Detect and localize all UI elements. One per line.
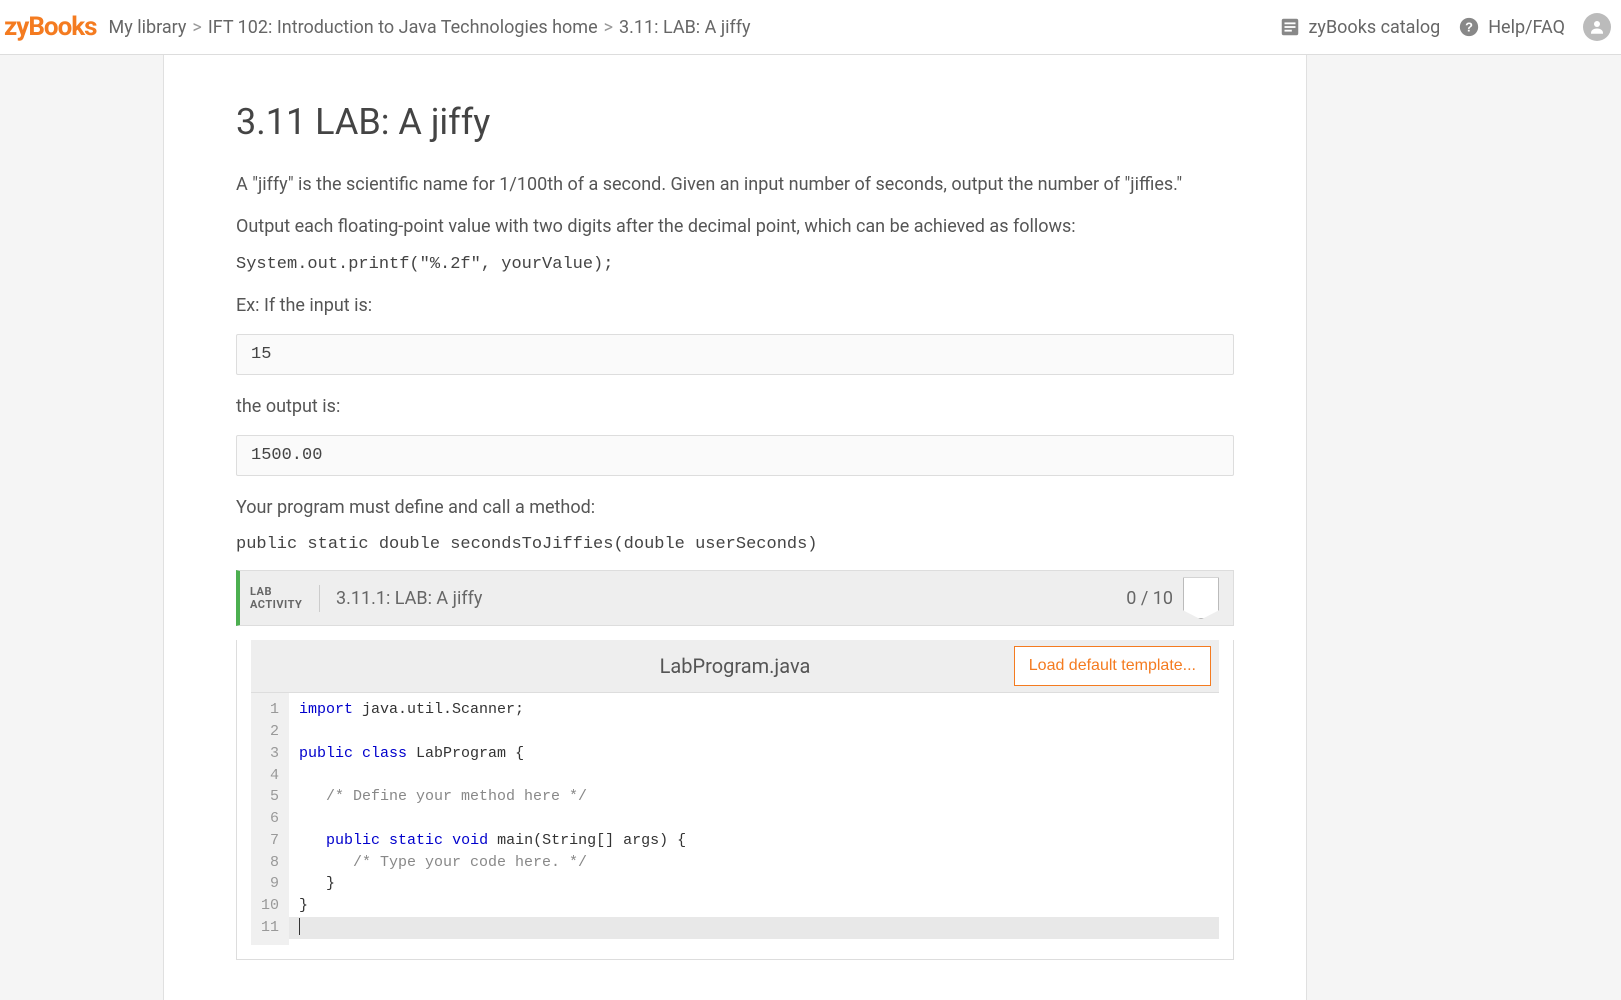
kw-public: public <box>299 745 353 762</box>
printf-code: System.out.printf("%.2f", yourValue); <box>236 255 1234 274</box>
code-text <box>353 745 362 762</box>
fp-instruction: Output each floating-point value with tw… <box>236 213 1234 241</box>
code-text: LabProgram { <box>407 745 524 762</box>
topbar-right: zyBooks catalog ? Help/FAQ <box>1279 13 1612 41</box>
load-template-button[interactable]: Load default template... <box>1014 646 1211 686</box>
breadcrumb-my-library[interactable]: My library <box>109 17 187 38</box>
gutter-line: 3 <box>257 743 279 765</box>
gutter-line: 11 <box>257 917 279 939</box>
editor-filename: LabProgram.java <box>660 654 811 678</box>
gutter-line: 4 <box>257 765 279 787</box>
gutter-line: 9 <box>257 873 279 895</box>
code-text: } <box>299 897 308 914</box>
code-area[interactable]: import java.util.Scanner; public class L… <box>289 693 1219 944</box>
gutter-line: 10 <box>257 895 279 917</box>
help-link[interactable]: ? Help/FAQ <box>1458 16 1565 38</box>
example-input-box: 15 <box>236 334 1234 375</box>
breadcrumb: My library > IFT 102: Introduction to Ja… <box>109 17 1279 38</box>
code-text <box>380 832 389 849</box>
lab-score-badge[interactable] <box>1183 577 1219 619</box>
page-title: 3.11 LAB: A jiffy <box>236 101 1234 143</box>
kw-void: void <box>452 832 488 849</box>
svg-text:?: ? <box>1465 20 1473 35</box>
code-text <box>299 832 326 849</box>
gutter-line: 6 <box>257 808 279 830</box>
kw-class: class <box>362 745 407 762</box>
user-icon <box>1588 18 1606 36</box>
code-text: java.util.Scanner; <box>353 701 524 718</box>
catalog-label: zyBooks catalog <box>1309 17 1441 38</box>
gutter-line: 8 <box>257 852 279 874</box>
gutter-line: 1 <box>257 699 279 721</box>
catalog-icon <box>1279 16 1301 38</box>
text-caret <box>299 918 300 935</box>
lab-tag-line1: LAB <box>250 585 307 598</box>
lab-activity-tag: LAB ACTIVITY <box>250 585 320 611</box>
breadcrumb-sep-2: > <box>604 17 613 38</box>
method-signature: public static double secondsToJiffies(do… <box>236 535 1234 554</box>
editor-header: LabProgram.java Load default template... <box>251 640 1219 693</box>
site-logo[interactable]: zyBooks <box>0 12 109 42</box>
code-text: main(String[] args) { <box>488 832 686 849</box>
gutter-line: 7 <box>257 830 279 852</box>
lab-activity-header: LAB ACTIVITY 3.11.1: LAB: A jiffy 0 / 10 <box>236 570 1234 626</box>
page-main: 3.11 LAB: A jiffy A "jiffy" is the scien… <box>163 55 1307 1000</box>
kw-static: static <box>389 832 443 849</box>
example-output-label: the output is: <box>236 393 1234 421</box>
lab-score: 0 / 10 <box>1126 588 1183 609</box>
breadcrumb-course[interactable]: IFT 102: Introduction to Java Technologi… <box>208 17 598 38</box>
lab-tag-line2: ACTIVITY <box>250 598 307 611</box>
code-text: } <box>299 875 335 892</box>
top-bar: zyBooks My library > IFT 102: Introducti… <box>0 0 1621 55</box>
lab-activity-title: 3.11.1: LAB: A jiffy <box>320 588 1126 609</box>
method-label: Your program must define and call a meth… <box>236 494 1234 522</box>
breadcrumb-section[interactable]: 3.11: LAB: A jiffy <box>619 17 750 38</box>
comment: /* Type your code here. */ <box>299 854 587 871</box>
gutter-line: 2 <box>257 721 279 743</box>
code-editor[interactable]: 1 2 3 4 5 6 7 8 9 10 11 import java.util… <box>251 693 1219 944</box>
editor-frame: LabProgram.java Load default template...… <box>236 640 1234 959</box>
gutter-line: 5 <box>257 786 279 808</box>
intro-text: A "jiffy" is the scientific name for 1/1… <box>236 171 1234 199</box>
help-label: Help/FAQ <box>1488 17 1565 38</box>
code-gutter: 1 2 3 4 5 6 7 8 9 10 11 <box>251 693 289 944</box>
kw-public: public <box>326 832 380 849</box>
kw-import: import <box>299 701 353 718</box>
catalog-link[interactable]: zyBooks catalog <box>1279 16 1441 38</box>
example-output-box: 1500.00 <box>236 435 1234 476</box>
comment: /* Define your method here */ <box>299 788 587 805</box>
example-input-label: Ex: If the input is: <box>236 292 1234 320</box>
help-icon: ? <box>1458 16 1480 38</box>
breadcrumb-sep-1: > <box>192 17 201 38</box>
user-avatar[interactable] <box>1583 13 1611 41</box>
code-text <box>443 832 452 849</box>
